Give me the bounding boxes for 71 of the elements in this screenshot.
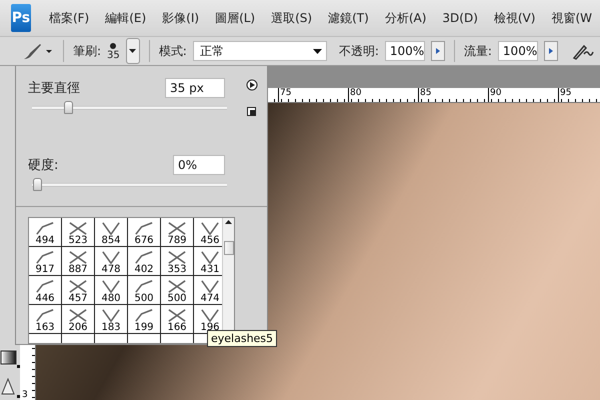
brush-size: 35: [107, 50, 120, 60]
tooltip: eyelashes5: [207, 330, 278, 347]
brush-stroke-icon: [200, 222, 220, 235]
brush-picker-button[interactable]: [126, 38, 140, 64]
save-preset-icon[interactable]: [247, 107, 256, 116]
caret-icon: [436, 48, 440, 54]
brush-label: 筆刷:: [73, 42, 102, 60]
opacity-label: 不透明:: [338, 42, 379, 60]
menu-item[interactable]: 檢視(V): [486, 10, 544, 26]
ruler-label: 75: [278, 88, 348, 102]
brush-stroke-icon: [134, 222, 154, 235]
gradient-tool-icon[interactable]: [0, 350, 20, 368]
menu-item[interactable]: 濾鏡(T): [320, 10, 377, 26]
brush-stroke-icon: [101, 308, 121, 322]
brush-stroke-icon: [101, 222, 121, 235]
brush-stroke-icon: [68, 222, 88, 235]
menu-item[interactable]: 圖層(L): [207, 10, 264, 26]
brush-stroke-icon: [167, 308, 187, 322]
app-logo: Ps: [11, 4, 31, 32]
arrow-circle-icon[interactable]: [246, 79, 258, 91]
diameter-field[interactable]: 35 px: [165, 78, 225, 98]
brush-stroke-icon: [101, 250, 121, 264]
triangle-tool-icon[interactable]: [0, 378, 20, 398]
brush-stroke-icon: [35, 250, 55, 264]
brush-stroke-icon: [101, 280, 121, 293]
scrollbar-thumb[interactable]: [224, 241, 234, 256]
brush-stroke-icon: [200, 250, 220, 264]
opacity-slider-button[interactable]: [430, 41, 445, 61]
slider-thumb[interactable]: [64, 101, 74, 114]
ruler-label: 85: [418, 88, 488, 102]
ruler-label: 80: [348, 88, 418, 102]
scroll-up-icon[interactable]: [225, 220, 232, 224]
brush-stroke-icon: [68, 280, 88, 293]
brush-stroke-icon: [68, 250, 88, 264]
brush-stroke-icon: [167, 222, 187, 235]
menu-item[interactable]: 選取(S): [263, 10, 320, 26]
menu-item[interactable]: 影像(I): [154, 10, 208, 26]
hardness-field[interactable]: 0%: [173, 154, 225, 175]
caret-icon: [548, 48, 553, 54]
brush-tip-icon: [109, 42, 118, 50]
menu-item[interactable]: 視窗(W: [543, 10, 600, 26]
caret-icon: [312, 48, 322, 54]
menu-item[interactable]: 3D(D): [434, 11, 486, 25]
flow-label: 流量:: [464, 42, 492, 60]
mode-label: 模式:: [158, 42, 187, 60]
slider-thumb[interactable]: [33, 178, 42, 191]
brush-stroke-icon: [35, 280, 55, 293]
mode-dropdown[interactable]: 正常: [192, 41, 327, 61]
brush-stroke-icon: [68, 308, 88, 322]
flow-slider-button[interactable]: [544, 41, 558, 61]
opacity-field[interactable]: 100%: [384, 41, 425, 61]
brush-stroke-icon: [35, 222, 55, 235]
brush-stroke-icon: [200, 308, 220, 322]
brush-stroke-icon: [167, 250, 187, 264]
brush-stroke-icon: [134, 250, 154, 264]
brush-stroke-icon: [167, 280, 187, 293]
menu-item[interactable]: 檔案(F): [40, 10, 98, 26]
menu-item[interactable]: 分析(A): [376, 10, 434, 26]
flow-field[interactable]: 100%: [498, 41, 538, 61]
ruler-label: 3: [21, 391, 29, 400]
hardness-label: 硬度:: [28, 156, 58, 174]
diameter-label: 主要直徑: [28, 80, 80, 97]
brush-stroke-icon: [134, 308, 154, 322]
ruler-label: 95: [558, 88, 600, 102]
caret-icon: [129, 49, 136, 53]
ruler-label: 90: [488, 88, 558, 102]
airbrush-icon[interactable]: [572, 42, 594, 60]
brush-stroke-icon: [35, 308, 55, 322]
brush-stroke-icon: [134, 280, 154, 293]
brush-stroke-icon: [200, 280, 220, 293]
menu-item[interactable]: 編輯(E): [97, 10, 154, 26]
